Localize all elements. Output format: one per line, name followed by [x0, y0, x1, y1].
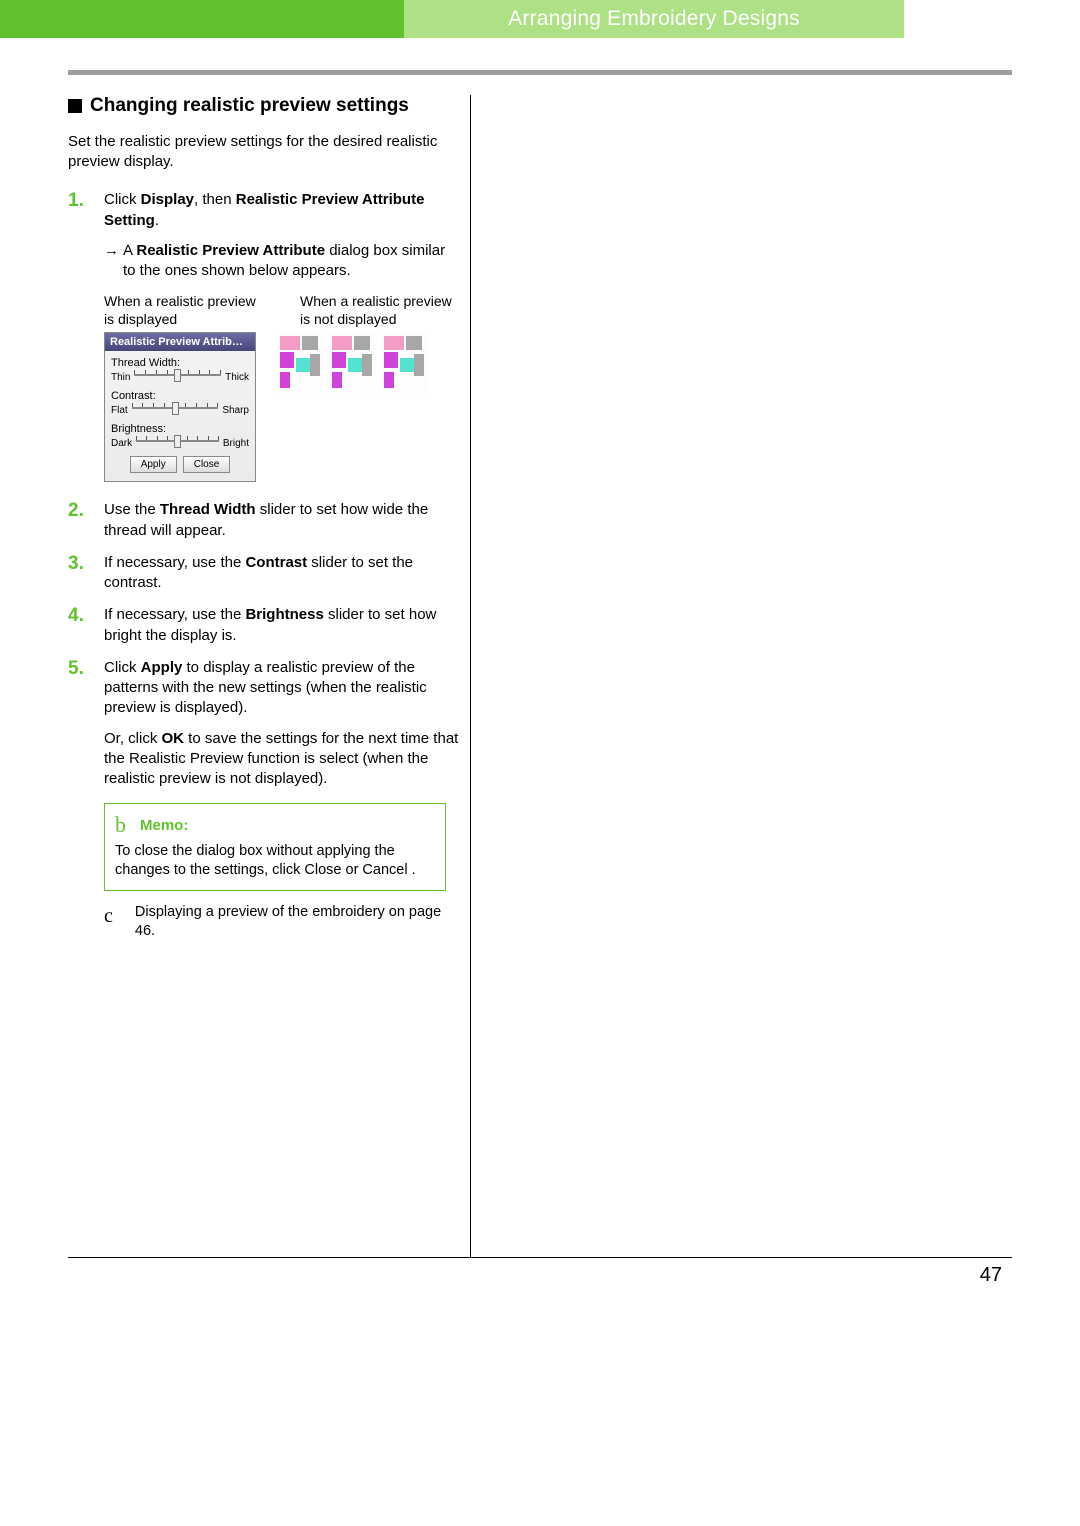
- s5-p2b: OK: [162, 730, 185, 747]
- s1-sub-text: A Realistic Preview Attribute dialog box…: [123, 241, 460, 282]
- step-3-number: 3.: [68, 553, 94, 594]
- apply-button[interactable]: Apply: [130, 456, 177, 473]
- dialog-title: Realistic Preview Attrib…: [105, 333, 255, 351]
- thumb-3: [380, 332, 428, 394]
- dialog-body: Thread Width: Thin Thick Contrast:: [105, 351, 255, 481]
- xref-c-icon: c: [104, 903, 113, 941]
- dark-label: Dark: [111, 438, 132, 449]
- section-title: Changing realistic preview settings: [68, 95, 460, 118]
- figures-row: Realistic Preview Attrib… Thread Width: …: [104, 332, 460, 482]
- thread-width-slider[interactable]: [134, 370, 221, 384]
- caption-left: When a realistic preview is displayed: [104, 293, 264, 328]
- slider-thumb-icon[interactable]: [174, 435, 181, 448]
- s5-t1: Click: [104, 659, 141, 676]
- memo-head: b Memo:: [115, 812, 435, 838]
- xref-text: Displaying a preview of the embroidery o…: [135, 903, 446, 941]
- step-5: 5. Click Apply to display a realistic pr…: [68, 658, 460, 790]
- memo-title: Memo:: [140, 817, 188, 834]
- page-body: Changing realistic preview settings Set …: [0, 75, 1080, 1257]
- column-divider: [470, 95, 471, 1257]
- step-2: 2. Use the Thread Width slider to set ho…: [68, 500, 460, 541]
- s2-b1: Thread Width: [160, 501, 256, 518]
- thread-width-row: Thread Width: Thin Thick: [111, 357, 249, 384]
- thumb-1: [276, 332, 324, 394]
- slider-thumb-icon[interactable]: [174, 369, 181, 382]
- contrast-row: Contrast: Flat Sharp: [111, 390, 249, 417]
- bright-label: Bright: [223, 438, 249, 449]
- sharp-label: Sharp: [222, 405, 249, 416]
- right-column: [479, 95, 881, 1257]
- contrast-label: Contrast:: [111, 390, 249, 402]
- brightness-slider[interactable]: [136, 436, 219, 450]
- contrast-slider[interactable]: [132, 403, 219, 417]
- square-bullet-icon: [68, 99, 82, 113]
- step-2-body: Use the Thread Width slider to set how w…: [104, 500, 460, 541]
- intro-text: Set the realistic preview settings for t…: [68, 132, 460, 173]
- step-1-body: Click Display, then Realistic Preview At…: [104, 190, 460, 281]
- preview-thumbnails: [276, 332, 430, 394]
- arrow-icon: →: [104, 241, 119, 282]
- step-4-body: If necessary, use the Brightness slider …: [104, 605, 460, 646]
- brightness-label: Brightness:: [111, 423, 249, 435]
- s3-t1: If necessary, use the: [104, 554, 245, 571]
- close-button[interactable]: Close: [183, 456, 231, 473]
- section-title-text: Changing realistic preview settings: [90, 95, 409, 118]
- memo-box: b Memo: To close the dialog box without …: [104, 803, 446, 891]
- thick-label: Thick: [225, 372, 249, 383]
- s1-t3: .: [155, 212, 159, 229]
- step-2-number: 2.: [68, 500, 94, 541]
- memo-text: To close the dialog box without applying…: [115, 842, 435, 880]
- dialog-buttons: Apply Close: [111, 456, 249, 473]
- slider-thumb-icon[interactable]: [172, 402, 179, 415]
- step-4-number: 4.: [68, 605, 94, 646]
- s1-t2: , then: [194, 191, 236, 208]
- memo-b-icon: b: [115, 812, 126, 838]
- step-1-number: 1.: [68, 190, 94, 281]
- header-left-block: [0, 0, 404, 38]
- s1-t1: Click: [104, 191, 141, 208]
- step-5-body: Click Apply to display a realistic previ…: [104, 658, 460, 790]
- s1-sub-b1: Realistic Preview Attribute: [136, 242, 325, 259]
- cross-reference: c Displaying a preview of the embroidery…: [104, 903, 446, 941]
- step-1: 1. Click Display, then Realistic Preview…: [68, 190, 460, 281]
- thumb-2: [328, 332, 376, 394]
- page-number: 47: [0, 1258, 1080, 1287]
- s4-t1: If necessary, use the: [104, 606, 245, 623]
- figure-captions: When a realistic preview is displayed Wh…: [104, 293, 460, 328]
- s5-b1: Apply: [141, 659, 183, 676]
- thin-label: Thin: [111, 372, 130, 383]
- step-4: 4. If necessary, use the Brightness slid…: [68, 605, 460, 646]
- flat-label: Flat: [111, 405, 128, 416]
- s1-b1: Display: [141, 191, 194, 208]
- thread-width-label: Thread Width:: [111, 357, 249, 369]
- caption-right: When a realistic preview is not displaye…: [300, 293, 460, 328]
- dialog-figure: Realistic Preview Attrib… Thread Width: …: [104, 332, 256, 482]
- header-band: Arranging Embroidery Designs: [0, 0, 1080, 38]
- s3-b1: Contrast: [245, 554, 307, 571]
- step-3-body: If necessary, use the Contrast slider to…: [104, 553, 460, 594]
- step-3: 3. If necessary, use the Contrast slider…: [68, 553, 460, 594]
- left-column: Changing realistic preview settings Set …: [68, 95, 470, 1257]
- s1-sub-t1: A: [123, 242, 136, 259]
- s5-p2a: Or, click: [104, 730, 162, 747]
- s4-b1: Brightness: [245, 606, 323, 623]
- step-1-sub: → A Realistic Preview Attribute dialog b…: [104, 241, 460, 282]
- chapter-title: Arranging Embroidery Designs: [404, 0, 904, 38]
- s2-t1: Use the: [104, 501, 160, 518]
- header-right-block: [904, 0, 1080, 38]
- brightness-row: Brightness: Dark Bright: [111, 423, 249, 450]
- step-5-number: 5.: [68, 658, 94, 790]
